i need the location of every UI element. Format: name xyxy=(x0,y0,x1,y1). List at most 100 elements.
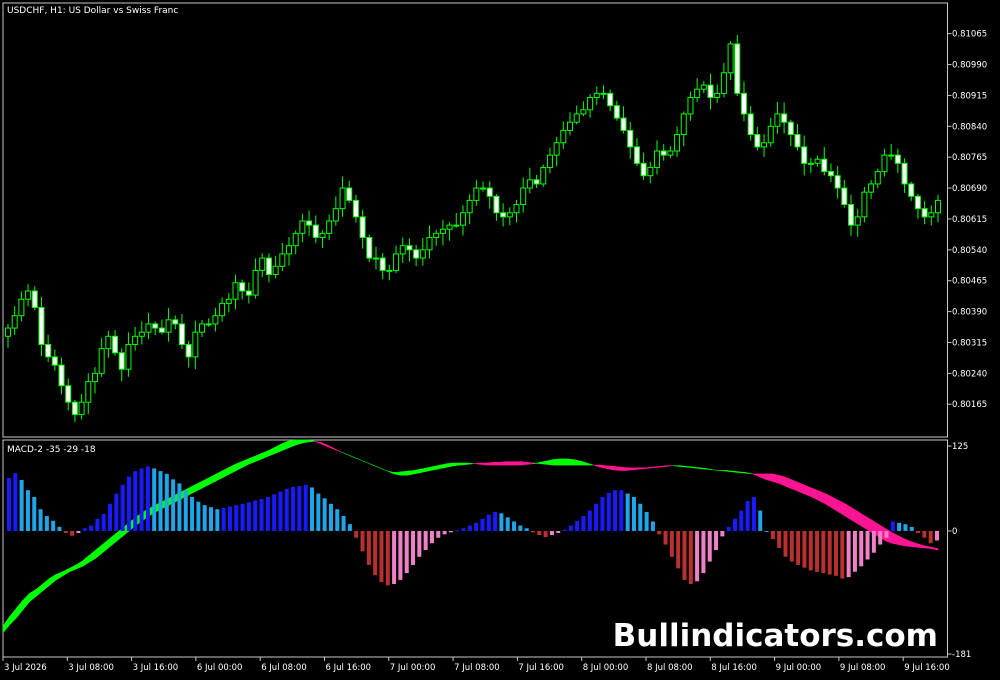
candle-body xyxy=(386,269,393,272)
histogram-bar xyxy=(467,525,472,531)
price-tick-label: 0.81065 xyxy=(952,30,987,40)
signal-band-segment xyxy=(752,473,760,478)
signal-band-segment xyxy=(719,470,727,472)
histogram-bar xyxy=(916,530,921,534)
candle-body xyxy=(774,113,781,127)
histogram-bar xyxy=(789,530,794,562)
price-tick-label: 0.80165 xyxy=(952,400,987,410)
signal-band-segment xyxy=(314,440,322,445)
signal-band-segment xyxy=(62,567,70,577)
candle-body xyxy=(573,113,580,123)
signal-band-segment xyxy=(725,470,733,473)
candle-body xyxy=(794,134,801,148)
watermark: Bullindicators.com xyxy=(613,618,938,654)
candle-body xyxy=(446,224,453,230)
signal-band-segment xyxy=(864,515,872,533)
histogram-bar xyxy=(714,530,719,550)
signal-band-segment xyxy=(599,464,607,469)
histogram-bar xyxy=(278,491,283,531)
macd-tick-label: 125 xyxy=(952,442,968,452)
histogram-bar xyxy=(126,476,131,531)
histogram-bar xyxy=(935,530,939,541)
histogram-bar xyxy=(196,501,201,531)
histogram-bar xyxy=(120,484,125,531)
time-tick-label: 7 Jul 08:00 xyxy=(454,663,500,673)
signal-band-segment xyxy=(327,444,335,450)
candle-body xyxy=(192,331,199,358)
histogram-bar xyxy=(347,524,352,531)
signal-band-segment xyxy=(82,554,90,567)
histogram-bar xyxy=(897,522,902,531)
candle-body xyxy=(640,162,647,177)
histogram-bar xyxy=(373,530,378,576)
signal-band-segment xyxy=(493,462,501,466)
histogram-bar xyxy=(537,530,542,536)
candle-body xyxy=(306,220,313,226)
histogram-bar xyxy=(846,530,851,578)
histogram-bar xyxy=(701,530,706,574)
candle-body xyxy=(747,113,754,136)
candle-body xyxy=(152,323,159,329)
histogram-bar xyxy=(82,528,87,531)
time-tick-label: 3 Jul 2026 xyxy=(4,663,47,673)
macd-axis: 125 0 -181 xyxy=(947,442,971,660)
signal-band-segment xyxy=(513,461,521,466)
macd-tick-label: -181 xyxy=(952,650,971,660)
signal-band-segment xyxy=(659,465,667,468)
histogram-bar xyxy=(215,509,220,531)
candle-body xyxy=(921,208,928,218)
histogram-bar xyxy=(272,494,277,531)
candle-body xyxy=(854,216,861,226)
histogram-bar xyxy=(562,529,567,531)
signal-band-segment xyxy=(387,470,395,475)
signal-band-segment xyxy=(460,462,468,466)
signal-band-segment xyxy=(301,439,309,444)
candle-body xyxy=(653,150,660,168)
indicator-label: MACD-2 -35 -29 -18 xyxy=(7,445,96,455)
candle-body xyxy=(506,212,513,218)
histogram-bar xyxy=(411,530,416,565)
signal-band-segment xyxy=(413,468,422,475)
price-panel[interactable]: USDCHF, H1: US Dollar vs Swiss Franc xyxy=(2,2,948,438)
histogram-bar xyxy=(783,530,788,557)
candle-body xyxy=(339,187,346,210)
signal-band-segment xyxy=(341,451,348,456)
signal-band-segment xyxy=(261,450,269,460)
candle-body xyxy=(393,253,400,271)
signal-band-segment xyxy=(566,458,574,466)
signal-band-segment xyxy=(593,464,601,468)
histogram-bar xyxy=(480,518,485,531)
histogram-bar xyxy=(676,530,681,569)
candle-body xyxy=(252,269,259,296)
signal-band-segment xyxy=(188,484,196,496)
histogram-bar xyxy=(890,521,895,531)
signal-band-segment xyxy=(758,473,766,480)
signal-band-segment xyxy=(374,465,382,469)
candle-body xyxy=(754,134,761,148)
candle-body xyxy=(178,323,185,346)
histogram-bar xyxy=(587,510,592,531)
candle-body xyxy=(761,142,768,148)
candle-body xyxy=(172,319,179,325)
price-tick-label: 0.80465 xyxy=(952,277,987,287)
histogram-bar xyxy=(493,511,498,531)
histogram-bar xyxy=(764,530,769,532)
candle-body xyxy=(734,43,741,94)
candle-body xyxy=(647,166,654,177)
histogram-bar xyxy=(234,505,239,531)
histogram-bar xyxy=(575,520,580,531)
signal-band-segment xyxy=(102,538,110,554)
signal-band-segment xyxy=(433,464,441,471)
candle-body xyxy=(379,257,386,271)
signal-band-segment xyxy=(420,467,428,473)
price-tick-label: 0.80315 xyxy=(952,338,987,348)
candle-body xyxy=(740,92,747,115)
time-tick-label: 8 Jul 16:00 xyxy=(711,663,757,673)
signal-band-segment xyxy=(805,484,813,498)
candle-body xyxy=(526,179,533,189)
signal-band-segment xyxy=(393,471,402,476)
signal-band-segment xyxy=(632,467,640,471)
candle-body xyxy=(687,96,694,115)
signal-band-segment xyxy=(639,467,647,470)
histogram-bar xyxy=(209,507,214,531)
